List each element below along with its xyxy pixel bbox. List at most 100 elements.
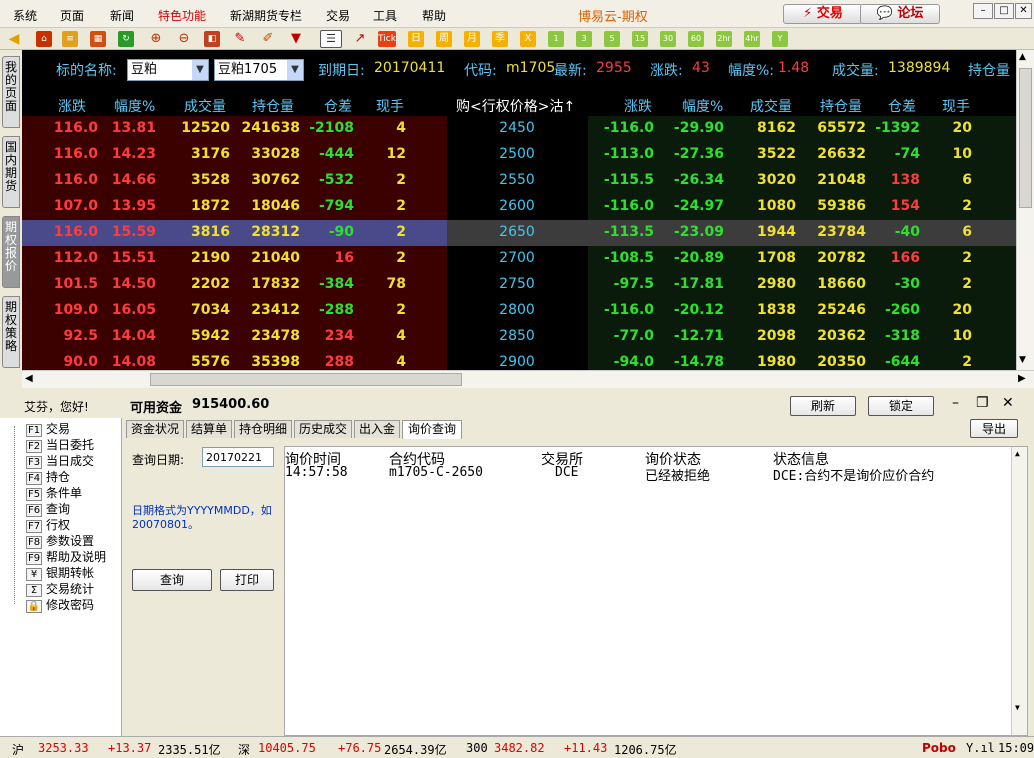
col-call-lastvol[interactable]: 现手 [376, 96, 404, 116]
5min-button[interactable]: 5 [604, 31, 620, 47]
tree-item[interactable]: F3 当日成交 [26, 452, 94, 469]
col-call-oi[interactable]: 持仓量 [252, 96, 294, 116]
tab-option-strategy[interactable]: 期权策略 [2, 296, 20, 368]
tab-deposit-withdraw[interactable]: 出入金 [354, 420, 400, 438]
col-put-lastvol[interactable]: 现手 [942, 96, 970, 116]
underlying-select[interactable]: 豆粕 ▼ [127, 59, 209, 81]
draw-icon[interactable]: ✎ [232, 31, 248, 47]
date-input[interactable] [202, 447, 274, 467]
forum-button[interactable]: 💬 论坛 [860, 4, 940, 24]
scroll-left-icon[interactable]: ◀ [25, 373, 33, 384]
quote-horizontal-scrollbar[interactable]: ◀ ▶ [22, 370, 1034, 388]
day-button[interactable]: 日 [408, 31, 424, 47]
restore-panel-icon[interactable]: ❐ [976, 395, 989, 411]
close-panel-icon[interactable]: ✕ [1002, 395, 1014, 411]
chart-icon[interactable]: ↗ [352, 31, 368, 47]
tab-position-detail[interactable]: 持仓明细 [234, 420, 292, 438]
menu-page[interactable]: 页面 [60, 7, 84, 24]
table-row[interactable]: 109.0 16.05 7034 23412 -288 2 2800 -116.0 -20.12… [22, 298, 1016, 324]
scroll-down-icon[interactable]: ▼ [1019, 355, 1026, 365]
scroll-right-icon[interactable]: ▶ [1018, 373, 1026, 384]
back-icon[interactable]: ◀ [6, 31, 22, 47]
1min-button[interactable]: 1 [548, 31, 564, 47]
tree-item[interactable]: F1 交易 [26, 420, 70, 437]
home-icon[interactable]: ⌂ [36, 31, 52, 47]
notes-icon[interactable]: ≡ [62, 31, 78, 47]
col-call-change[interactable]: 涨跌 [58, 96, 86, 116]
table-row[interactable]: 101.5 14.50 2202 17832 -384 78 2750 -97.5 -17.81… [22, 272, 1016, 298]
season-button[interactable]: 季 [492, 31, 508, 47]
results-scrollbar[interactable]: ▲ ▼ [1011, 447, 1027, 735]
print-button[interactable]: 打印 [220, 569, 274, 591]
scroll-up-icon[interactable]: ▲ [1019, 52, 1026, 62]
4hr-button[interactable]: 4hr [744, 31, 760, 47]
col-call-pct[interactable]: 幅度% [114, 96, 155, 116]
refresh-button[interactable]: 刷新 [790, 396, 856, 416]
tick-button[interactable]: Tick [378, 31, 396, 47]
60min-button[interactable]: 60 [688, 31, 704, 47]
tree-item[interactable]: F9 帮助及说明 [26, 548, 106, 565]
tree-item[interactable]: F6 查询 [26, 500, 70, 517]
2hr-button[interactable]: 2hr [716, 31, 732, 47]
menu-system[interactable]: 系统 [13, 7, 37, 24]
table-row[interactable]: 107.0 13.95 1872 18046 -794 2 2600 -116.0 -24.97… [22, 194, 1016, 220]
tree-item[interactable]: F7 行权 [26, 516, 70, 533]
window-icon[interactable]: ◧ [204, 31, 220, 47]
15min-button[interactable]: 15 [632, 31, 648, 47]
minimize-button[interactable]: – [973, 3, 993, 19]
col-strike[interactable]: 购<行权价格>沽↑ [456, 96, 575, 116]
contract-select[interactable]: 豆粕1705 ▼ [214, 59, 304, 81]
tree-item[interactable]: F4 持仓 [26, 468, 70, 485]
col-put-volume[interactable]: 成交量 [750, 96, 792, 116]
table-row[interactable]: 116.0 14.23 3176 33028 -444 12 2500 -113.0 -27.3… [22, 142, 1016, 168]
table-row[interactable]: 116.0 14.66 3528 30762 -532 2 2550 -115.5 -26.34… [22, 168, 1016, 194]
year-button[interactable]: Y [772, 31, 788, 47]
col-call-volume[interactable]: 成交量 [184, 96, 226, 116]
quote-vertical-scrollbar[interactable]: ▲ ▼ [1016, 50, 1034, 370]
trade-button[interactable]: ⚡ 交易 [783, 4, 863, 24]
tree-item[interactable]: 🔒 修改密码 [26, 596, 94, 613]
30min-button[interactable]: 30 [660, 31, 676, 47]
table-row[interactable]: 90.0 14.08 5576 35398 288 4 2900 -94.0 -14.78 198… [22, 350, 1016, 370]
filter-icon[interactable]: ▼ [288, 31, 304, 47]
table-view-icon[interactable]: ☰ [320, 30, 342, 48]
query-button[interactable]: 查询 [132, 569, 212, 591]
report-icon[interactable]: ▦ [90, 31, 106, 47]
3min-button[interactable]: 3 [576, 31, 592, 47]
tab-my-page[interactable]: 我的页面 [2, 56, 20, 128]
table-row[interactable]: 92.5 14.04 5942 23478 234 4 2850 -77.0 -12.71 209… [22, 324, 1016, 350]
scroll-down-icon[interactable]: ▼ [1015, 703, 1020, 712]
table-row[interactable]: 116.0 15.59 3816 28312 -90 2 2650 -113.5 -23.09 1… [22, 220, 1016, 246]
zoom-in-icon[interactable]: ⊕ [148, 31, 164, 47]
tab-settlement[interactable]: 结算单 [186, 420, 232, 438]
horizontal-scroll-thumb[interactable] [150, 373, 462, 386]
refresh-icon[interactable]: ↻ [118, 31, 134, 47]
maximize-button[interactable]: □ [994, 3, 1014, 19]
tree-item[interactable]: F8 参数设置 [26, 532, 94, 549]
close-button[interactable]: ✕ [1015, 3, 1032, 19]
tab-trade-history[interactable]: 历史成交 [294, 420, 352, 438]
tree-item[interactable]: Σ 交易统计 [26, 580, 94, 597]
table-row[interactable]: 112.0 15.51 2190 21040 16 2 2700 -108.5 -20.89 17… [22, 246, 1016, 272]
week-button[interactable]: 周 [436, 31, 452, 47]
menu-features[interactable]: 特色功能 [158, 7, 206, 24]
tab-quote-request-query[interactable]: 询价查询 [402, 420, 462, 439]
menu-news[interactable]: 新闻 [110, 7, 134, 24]
menu-tools[interactable]: 工具 [373, 7, 397, 24]
tree-item[interactable]: F5 条件单 [26, 484, 82, 501]
zoom-out-icon[interactable]: ⊖ [176, 31, 192, 47]
tab-domestic-futures[interactable]: 国内期货 [2, 136, 20, 208]
export-button[interactable]: 导出 [970, 419, 1018, 438]
menu-help[interactable]: 帮助 [422, 7, 446, 24]
col-put-oi-change[interactable]: 仓差 [888, 96, 916, 116]
col-put-pct[interactable]: 幅度% [682, 96, 723, 116]
col-put-oi[interactable]: 持仓量 [820, 96, 862, 116]
tree-item[interactable]: F2 当日委托 [26, 436, 94, 453]
lock-button[interactable]: 锁定 [868, 396, 934, 416]
col-put-change[interactable]: 涨跌 [624, 96, 652, 116]
menu-xinhu-column[interactable]: 新湖期货专栏 [230, 7, 302, 24]
scroll-up-icon[interactable]: ▲ [1015, 449, 1020, 458]
col-call-oi-change[interactable]: 仓差 [324, 96, 352, 116]
month-button[interactable]: 月 [464, 31, 480, 47]
tab-option-quotes[interactable]: 期权报价 [2, 216, 20, 288]
